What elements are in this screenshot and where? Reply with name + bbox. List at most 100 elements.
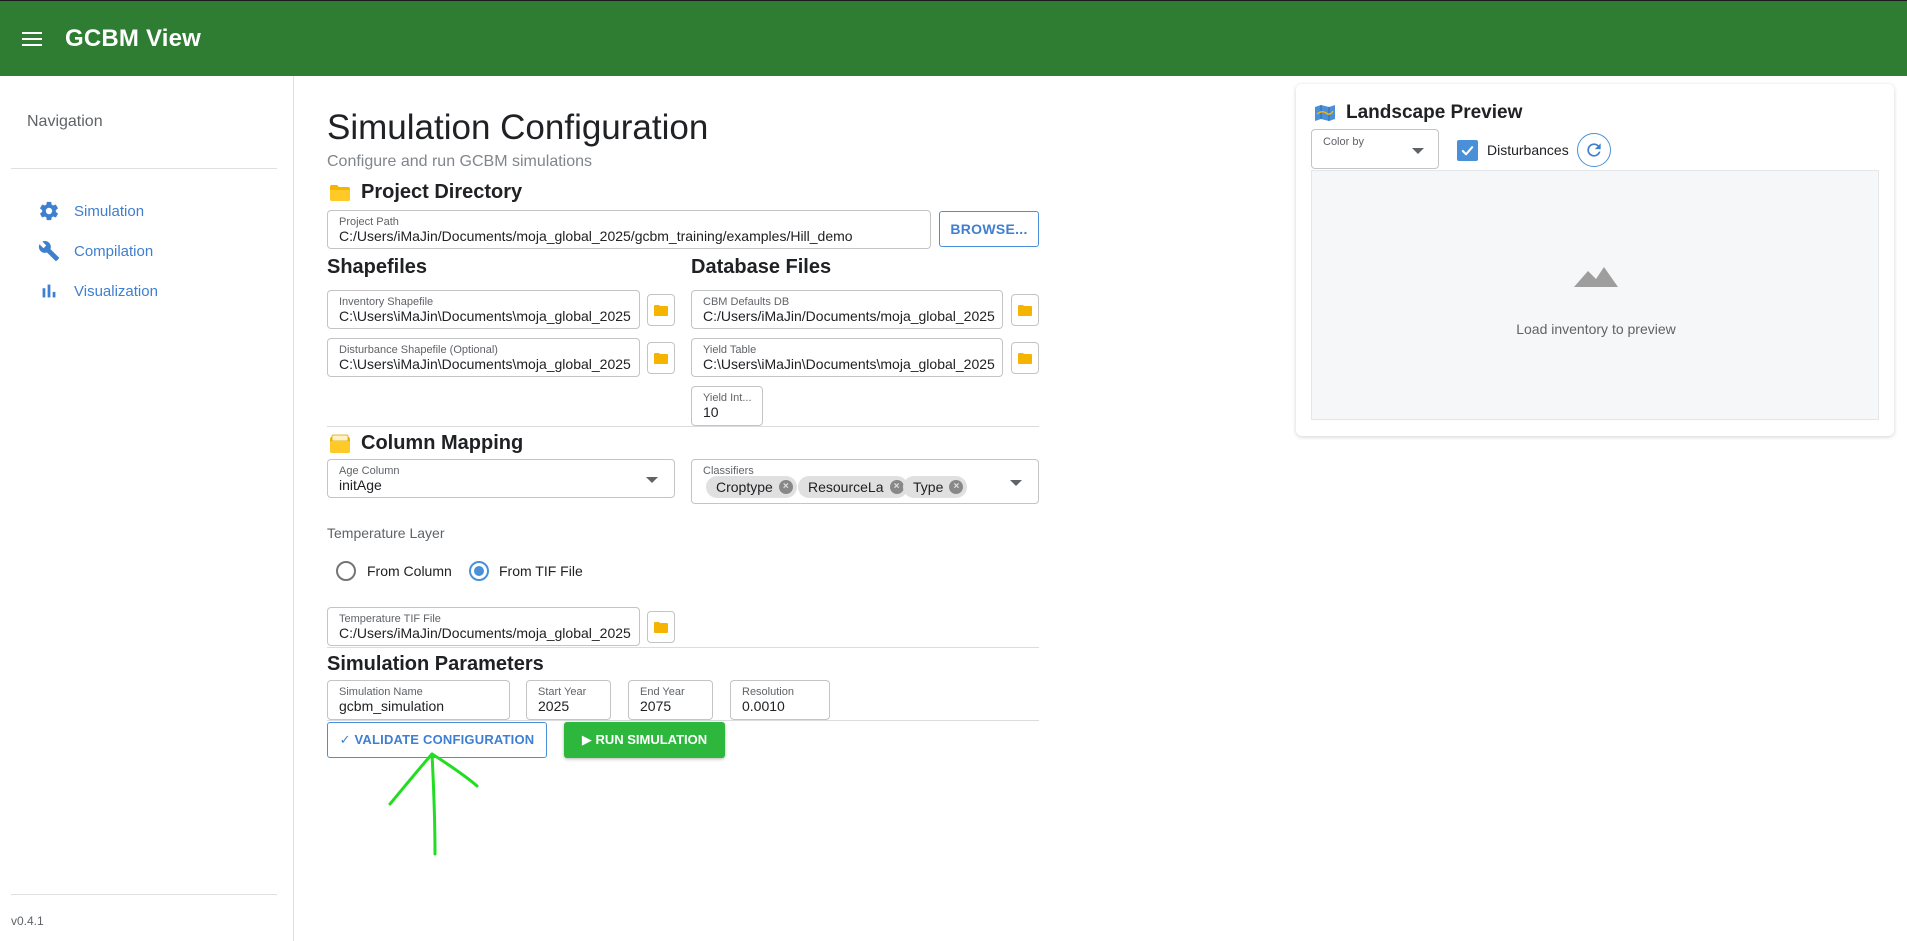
chevron-down-icon [1412,148,1424,154]
chip-label: Type [913,479,944,495]
wrench-icon [36,238,62,264]
field-label: Simulation Name [339,686,423,698]
sidebar-item-label: Compilation [74,242,154,260]
radio-from-column-label: From Column [367,563,452,579]
resolution-field[interactable]: Resolution 0.0010 [730,680,830,720]
preview-canvas: Load inventory to preview [1311,170,1879,420]
folder-icon [654,622,668,633]
field-value: initAge [339,477,382,493]
disturbance-browse-button[interactable] [647,342,675,374]
sidebar-item-label: Visualization [74,282,158,300]
classifier-chip[interactable]: ResourceLa × [798,476,908,498]
sidebar-item-visualization[interactable]: Visualization [36,276,158,306]
field-value: C:\Users\iMaJin\Documents\moja_global_20… [339,308,631,324]
sidebar-item-compilation[interactable]: Compilation [36,236,153,266]
section-divider [327,426,1039,427]
close-icon[interactable]: × [949,480,964,494]
shapefiles-heading: Shapefiles [327,256,428,278]
field-value: C:\Users\iMaJin\Documents\moja_global_20… [339,356,631,372]
nav-heading: Navigation [27,113,103,130]
cbm-browse-button[interactable] [1011,294,1039,326]
yield-browse-button[interactable] [1011,342,1039,374]
app-bar: GCBM View [0,0,1907,76]
field-label: Color by [1323,136,1364,148]
chevron-down-icon [1010,479,1022,486]
yield-interval-field[interactable]: Yield Int... 10 [691,386,763,426]
bar-chart-icon [36,278,62,304]
sidebar-item-label: Simulation [74,202,145,220]
preview-title: Landscape Preview [1314,102,1522,124]
field-value: 2025 [538,698,570,714]
age-column-select[interactable]: Age Column initAge [327,459,675,498]
refresh-button[interactable] [1577,133,1611,167]
temperature-tif-field[interactable]: Temperature TIF File C:/Users/iMaJin/Doc… [327,607,640,646]
field-label: Age Column [339,465,400,477]
page-subtitle: Configure and run GCBM simulations [327,153,593,170]
page-title: Simulation Configuration [327,108,709,147]
color-by-select[interactable]: Color by [1311,129,1439,169]
field-label: Start Year [538,686,587,698]
cbm-defaults-field[interactable]: CBM Defaults DB C:/Users/iMaJin/Document… [691,290,1003,329]
run-simulation-button[interactable]: ▶ RUN SIMULATION [564,722,725,758]
annotation-arrow-icon [388,752,479,856]
simulation-parameters-heading: Simulation Parameters [327,653,544,675]
database-files-heading: Database Files [691,256,832,278]
chip-label: Croptype [716,479,773,495]
field-label: Project Path [339,216,399,228]
yield-table-field[interactable]: Yield Table C:\Users\iMaJin\Documents\mo… [691,338,1003,377]
section-title-text: Column Mapping [361,432,524,454]
field-value: gcbm_simulation [339,698,445,714]
field-label: End Year [640,686,685,698]
field-value: C:/Users/iMaJin/Documents/moja_global_20… [339,228,853,244]
close-icon[interactable]: × [889,480,904,494]
field-value: C:\Users\iMaJin\Documents\moja_global_20… [703,356,995,372]
folder-icon [1018,305,1032,316]
map-icon [1314,104,1336,122]
field-label: Disturbance Shapefile (Optional) [339,344,498,356]
disturbances-checkbox[interactable] [1457,140,1478,161]
menu-icon[interactable] [22,32,42,46]
simulation-name-field[interactable]: Simulation Name gcbm_simulation [327,680,510,720]
project-path-field[interactable]: Project Path C:/Users/iMaJin/Documents/m… [327,210,931,249]
end-year-field[interactable]: End Year 2075 [628,680,713,720]
section-divider [327,647,1039,648]
refresh-icon [1587,143,1601,157]
gear-icon [36,198,62,224]
app-title: GCBM View [65,25,202,52]
mountain-icon [1574,267,1618,287]
field-label: Yield Table [703,344,757,356]
preview-empty-text: Load inventory to preview [1516,321,1676,337]
section-divider [327,720,1039,721]
temperature-browse-button[interactable] [647,611,675,643]
nav-divider [11,168,277,169]
field-value: 10 [703,404,719,420]
field-label: CBM Defaults DB [703,296,790,308]
column-mapping-heading: Column Mapping [329,432,523,455]
classifier-chip[interactable]: Croptype × [706,476,797,498]
sidebar-item-simulation[interactable]: Simulation [36,196,144,226]
app-version: v0.4.1 [11,914,44,928]
chevron-down-icon [646,476,658,483]
inventory-browse-button[interactable] [647,294,675,326]
disturbance-shapefile-field[interactable]: Disturbance Shapefile (Optional) C:\User… [327,338,640,377]
check-icon [1461,146,1474,156]
field-label: Inventory Shapefile [339,296,434,308]
radio-from-column[interactable] [336,561,356,581]
browse-button[interactable]: BROWSE... [939,211,1039,247]
start-year-field[interactable]: Start Year 2025 [526,680,611,720]
nav-bottom-divider [11,894,277,895]
radio-from-tif[interactable] [469,561,489,581]
classifier-chip[interactable]: Type × [903,476,968,498]
field-label: Yield Int... [703,392,752,404]
card-index-icon [329,434,351,454]
close-icon[interactable]: × [778,480,793,494]
folder-icon [1018,353,1032,364]
field-label: Resolution [742,686,794,698]
disturbances-label: Disturbances [1487,142,1569,158]
temperature-layer-label: Temperature Layer [327,525,445,541]
field-value: 0.0010 [742,698,785,714]
folder-icon [654,305,668,316]
landscape-preview-card: Landscape Preview Color by Disturbances … [1296,84,1894,436]
inventory-shapefile-field[interactable]: Inventory Shapefile C:\Users\iMaJin\Docu… [327,290,640,329]
field-value: C:/Users/iMaJin/Documents/moja_global_20… [339,625,631,641]
